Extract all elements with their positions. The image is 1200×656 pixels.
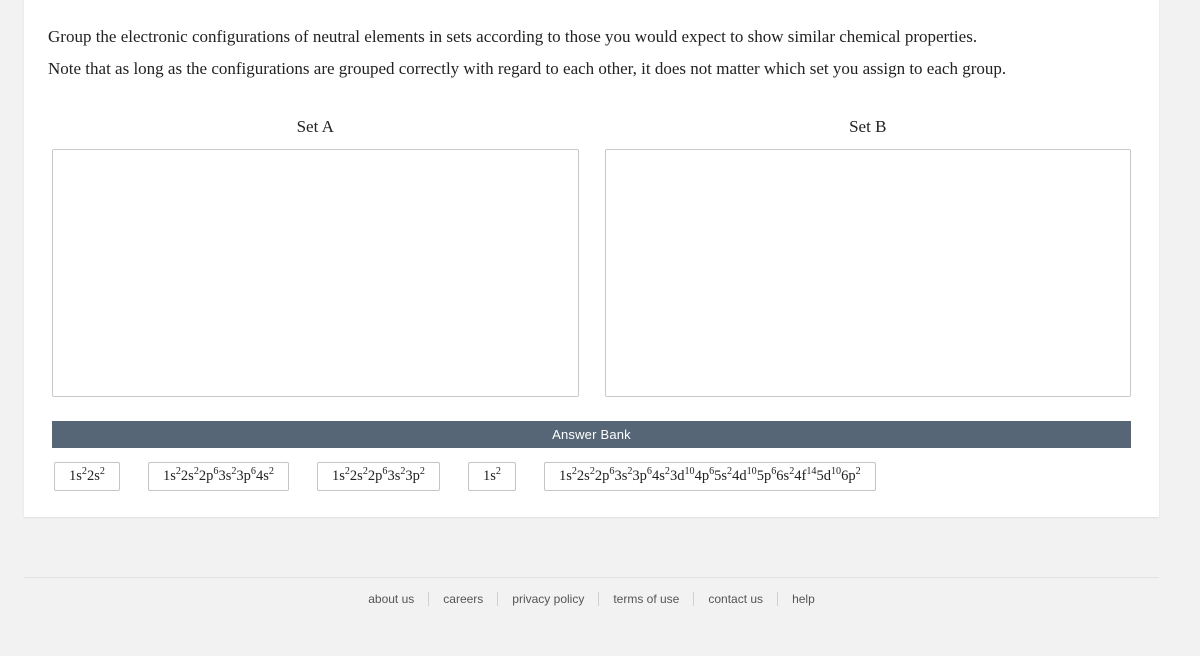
answer-bank-body: 1s22s2 1s22s22p63s23p64s2 1s22s22p63s23p… bbox=[52, 448, 1131, 497]
answer-bank: Answer Bank 1s22s2 1s22s22p63s23p64s2 1s… bbox=[52, 421, 1131, 497]
footer-link-careers[interactable]: careers bbox=[429, 592, 498, 606]
footer-link-about[interactable]: about us bbox=[354, 592, 429, 606]
footer-link-help[interactable]: help bbox=[778, 592, 829, 606]
set-b-title: Set B bbox=[605, 117, 1132, 137]
config-tile[interactable]: 1s22s22p63s23p64s2 bbox=[148, 462, 289, 491]
config-tile[interactable]: 1s22s22p63s23p2 bbox=[317, 462, 440, 491]
footer-link-contact[interactable]: contact us bbox=[694, 592, 778, 606]
set-a-title: Set A bbox=[52, 117, 579, 137]
config-tile[interactable]: 1s22s22p63s23p64s23d104p65s24d105p66s24f… bbox=[544, 462, 876, 491]
set-a-column: Set A bbox=[52, 117, 579, 397]
set-b-dropzone[interactable] bbox=[605, 149, 1132, 397]
set-a-dropzone[interactable] bbox=[52, 149, 579, 397]
question-card: Group the electronic configurations of n… bbox=[24, 0, 1159, 517]
footer-link-privacy[interactable]: privacy policy bbox=[498, 592, 599, 606]
question-note: Note that as long as the configurations … bbox=[48, 56, 1135, 82]
sets-row: Set A Set B bbox=[52, 117, 1131, 397]
config-tile[interactable]: 1s2 bbox=[468, 462, 516, 491]
question-instructions: Group the electronic configurations of n… bbox=[48, 24, 1135, 50]
answer-bank-header: Answer Bank bbox=[52, 421, 1131, 448]
set-b-column: Set B bbox=[605, 117, 1132, 397]
footer-links: about us careers privacy policy terms of… bbox=[24, 577, 1159, 626]
footer-link-terms[interactable]: terms of use bbox=[599, 592, 694, 606]
config-tile[interactable]: 1s22s2 bbox=[54, 462, 120, 491]
